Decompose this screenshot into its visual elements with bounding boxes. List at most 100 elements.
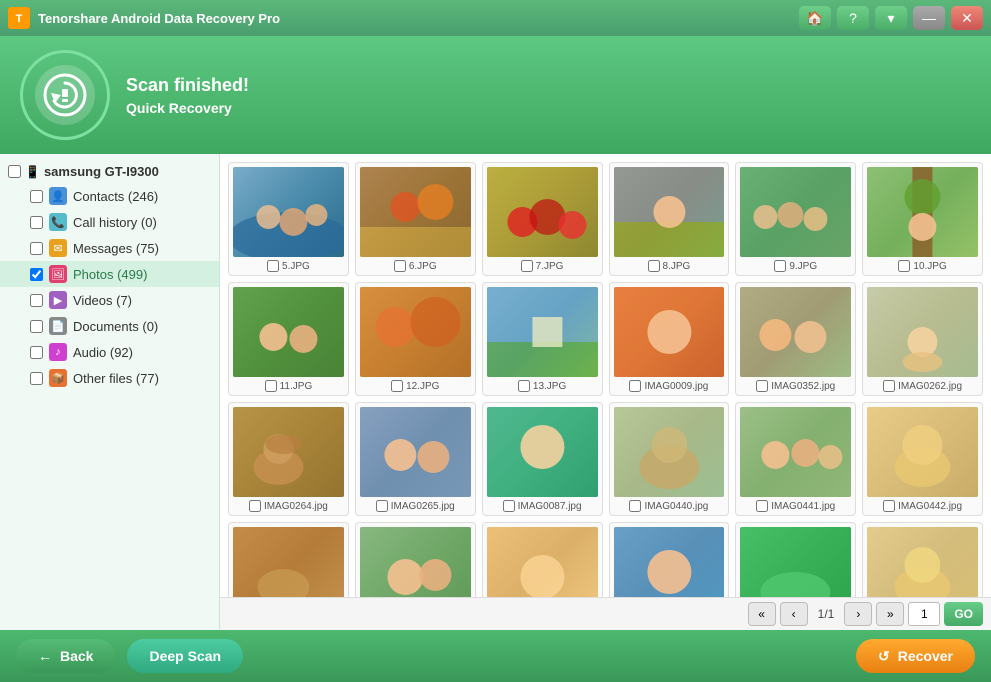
photo-checkbox[interactable] [503,500,515,512]
photo-checkbox[interactable] [898,260,910,272]
videos-checkbox[interactable] [30,294,43,307]
photos-checkbox[interactable] [30,268,43,281]
messages-checkbox[interactable] [30,242,43,255]
help-button[interactable]: ? [837,6,869,30]
photo-checkbox[interactable] [756,500,768,512]
photo-item[interactable]: IMAG0264.jpg [228,402,349,516]
photo-item[interactable]: IMAG0352.jpg [735,282,856,396]
main-content: 📱 samsung GT-I9300 👤 Contacts (246) 📞 Ca… [0,154,991,630]
audio-checkbox[interactable] [30,346,43,359]
photo-checkbox[interactable] [883,380,895,392]
photo-name: IMAG0265.jpg [391,501,455,512]
home-button[interactable]: 🏠 [799,6,831,30]
photo-item[interactable]: 7.JPG [482,162,603,276]
device-tree-item[interactable]: 📱 samsung GT-I9300 [0,160,219,183]
device-checkbox[interactable] [8,165,21,178]
photo-thumbnail [233,287,344,377]
sidebar-item-videos[interactable]: ▶ Videos (7) [0,287,219,313]
photo-label: 6.JPG [394,260,437,272]
photo-label: IMAG0262.jpg [883,380,962,392]
photo-item[interactable] [228,522,349,597]
photo-svg [233,167,344,257]
photo-checkbox[interactable] [629,380,641,392]
sidebar-item-documents[interactable]: 📄 Documents (0) [0,313,219,339]
photo-item[interactable]: IMAG0009.jpg [609,282,730,396]
photo-area-wrap: 5.JPG 6.JPG 7.JPG [220,154,991,630]
deep-scan-label: Deep Scan [149,648,221,664]
documents-checkbox[interactable] [30,320,43,333]
deep-scan-button[interactable]: Deep Scan [127,639,243,673]
photo-item[interactable]: 8.JPG [609,162,730,276]
photo-item[interactable]: 12.JPG [355,282,476,396]
otherfiles-checkbox[interactable] [30,372,43,385]
sidebar-item-otherfiles[interactable]: 📦 Other files (77) [0,365,219,391]
first-page-button[interactable]: « [748,602,776,626]
title-bar: T Tenorshare Android Data Recovery Pro 🏠… [0,0,991,36]
prev-page-button[interactable]: ‹ [780,602,808,626]
sidebar-item-contacts[interactable]: 👤 Contacts (246) [0,183,219,209]
contacts-checkbox[interactable] [30,190,43,203]
photo-item[interactable]: 9.JPG [735,162,856,276]
callhistory-label: Call history (0) [73,215,157,230]
photo-item[interactable]: IMAG0442.jpg [862,402,983,516]
photo-item[interactable] [735,522,856,597]
photo-checkbox[interactable] [265,380,277,392]
photo-checkbox[interactable] [648,260,660,272]
photo-item[interactable]: IMAG0087.jpg [482,402,603,516]
photo-label: 5.JPG [267,260,310,272]
photo-checkbox[interactable] [521,260,533,272]
photo-item[interactable]: IMAG0262.jpg [862,282,983,396]
menu-button[interactable]: ▾ [875,6,907,30]
photo-checkbox[interactable] [883,500,895,512]
pagination-bar: « ‹ 1/1 › » GO [220,597,991,630]
minimize-button[interactable]: — [913,6,945,30]
photo-item[interactable]: IMAG0265.jpg [355,402,476,516]
photo-checkbox[interactable] [391,380,403,392]
photo-svg [487,167,598,257]
photo-item[interactable] [355,522,476,597]
audio-icon: ♪ [49,343,67,361]
close-button[interactable]: ✕ [951,6,983,30]
photo-name: IMAG0441.jpg [771,501,835,512]
photo-checkbox[interactable] [518,380,530,392]
photo-item[interactable]: 11.JPG [228,282,349,396]
photo-thumbnail [867,167,978,257]
photo-item[interactable] [609,522,730,597]
photo-item[interactable]: 13.JPG [482,282,603,396]
photo-checkbox[interactable] [756,380,768,392]
photo-svg [867,167,978,257]
photo-item[interactable]: IMAG0441.jpg [735,402,856,516]
photo-checkbox[interactable] [267,260,279,272]
photo-checkbox[interactable] [249,500,261,512]
last-page-button[interactable]: » [876,602,904,626]
photo-name: IMAG0352.jpg [771,381,835,392]
photo-label: 10.JPG [898,260,946,272]
photo-item[interactable] [482,522,603,597]
photo-svg [740,287,851,377]
photo-item[interactable]: 10.JPG [862,162,983,276]
photo-item[interactable] [862,522,983,597]
recover-button[interactable]: ↺ Recover [856,639,975,673]
quick-recovery-label: Quick Recovery [126,100,249,116]
sidebar-item-callhistory[interactable]: 📞 Call history (0) [0,209,219,235]
photo-svg [233,407,344,497]
next-page-button[interactable]: › [844,602,872,626]
callhistory-checkbox[interactable] [30,216,43,229]
photo-thumbnail [360,167,471,257]
back-button[interactable]: ← Back [16,639,115,673]
photo-checkbox[interactable] [394,260,406,272]
sidebar-item-audio[interactable]: ♪ Audio (92) [0,339,219,365]
sidebar-item-messages[interactable]: ✉ Messages (75) [0,235,219,261]
go-button[interactable]: GO [944,602,983,626]
page-input[interactable] [908,602,940,626]
photo-checkbox[interactable] [629,500,641,512]
photo-checkbox[interactable] [376,500,388,512]
photo-item[interactable]: 5.JPG [228,162,349,276]
photo-checkbox[interactable] [774,260,786,272]
sidebar-item-photos[interactable]: 🖼 Photos (499) [0,261,219,287]
otherfiles-label: Other files (77) [73,371,159,386]
photo-grid-container[interactable]: 5.JPG 6.JPG 7.JPG [220,154,991,597]
photo-item[interactable]: IMAG0440.jpg [609,402,730,516]
photo-item[interactable]: 6.JPG [355,162,476,276]
photo-label: IMAG0441.jpg [756,500,835,512]
